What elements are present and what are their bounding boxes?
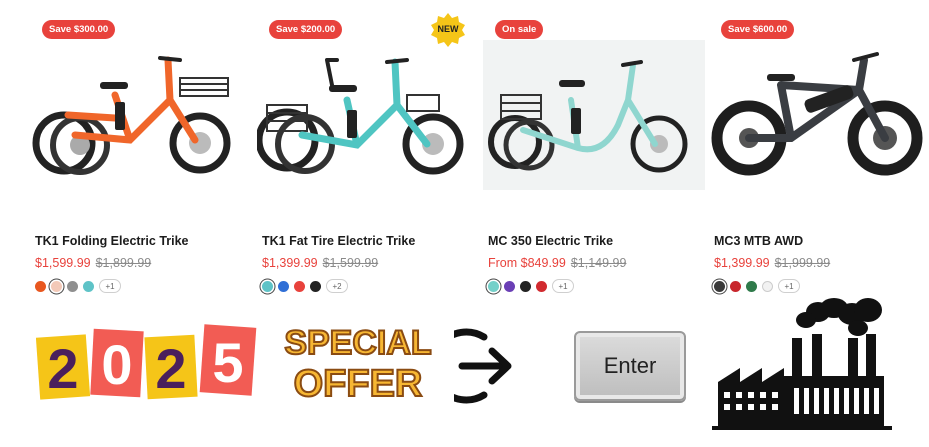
color-swatch[interactable]: [262, 280, 273, 292]
price-line: $1,599.99 $1,899.99: [35, 256, 151, 270]
color-swatch[interactable]: [714, 280, 725, 292]
color-swatch[interactable]: [536, 280, 547, 292]
compare-price: $1,999.99: [774, 256, 831, 270]
enter-arrow-icon[interactable]: [454, 325, 536, 407]
price-line: From $849.99 $1,149.99: [488, 256, 626, 270]
compare-price: $1,149.99: [570, 256, 627, 270]
color-swatch[interactable]: [504, 280, 515, 292]
color-swatch[interactable]: [51, 280, 62, 292]
product-grid: Save $300.00 TK1 Folding Electric Trike …: [0, 0, 929, 300]
price-line: $1,399.99 $1,999.99: [714, 256, 830, 270]
more-colors-button[interactable]: +2: [326, 279, 348, 293]
more-colors-button[interactable]: +1: [778, 279, 800, 293]
year-tile: 5: [199, 324, 257, 396]
compare-price: $1,899.99: [95, 256, 152, 270]
factory-icon: [712, 298, 892, 430]
compare-price: $1,599.99: [322, 256, 379, 270]
color-swatches: +2: [262, 279, 348, 293]
sale-badge: On sale: [495, 20, 544, 39]
year-2025-graphic: 2 0 2 5: [36, 324, 257, 400]
sale-price: From $849.99: [488, 256, 566, 270]
color-swatch[interactable]: [83, 280, 94, 292]
product-title[interactable]: MC 350 Electric Trike: [488, 234, 613, 248]
special-offer-graphic: SPECIAL OFFER: [283, 323, 432, 406]
color-swatch[interactable]: [35, 280, 46, 292]
product-title[interactable]: TK1 Fat Tire Electric Trike: [262, 234, 415, 248]
svg-text:2: 2: [47, 337, 78, 400]
year-tile: 0: [90, 328, 144, 398]
color-swatches: +1: [488, 279, 574, 293]
product-image-trike[interactable]: [257, 40, 479, 190]
price-line: $1,399.99 $1,599.99: [262, 256, 378, 270]
new-label: NEW: [437, 24, 459, 34]
color-swatch[interactable]: [520, 280, 531, 292]
product-card[interactable]: Save $300.00 TK1 Folding Electric Trike …: [30, 0, 252, 300]
product-title[interactable]: MC3 MTB AWD: [714, 234, 803, 248]
product-image-trike[interactable]: [483, 40, 705, 190]
product-title[interactable]: TK1 Folding Electric Trike: [35, 234, 189, 248]
color-swatch[interactable]: [746, 280, 757, 292]
offer-line2: OFFER: [294, 363, 423, 405]
color-swatches: +1: [35, 279, 121, 293]
trike-drawing: [32, 56, 231, 175]
enter-key-icon[interactable]: Enter: [574, 331, 686, 401]
color-swatch[interactable]: [730, 280, 741, 292]
offer-line1: SPECIAL: [284, 324, 431, 362]
product-image-bike[interactable]: [709, 40, 929, 190]
product-image-trike[interactable]: [30, 40, 252, 190]
sale-badge: Save $600.00: [721, 20, 795, 39]
color-swatch[interactable]: [294, 280, 305, 292]
color-swatches: +1: [714, 279, 800, 293]
color-swatch[interactable]: [310, 280, 321, 292]
color-swatch[interactable]: [762, 280, 773, 292]
sale-price: $1,399.99: [714, 256, 770, 270]
product-card[interactable]: Save $200.00 NEW TK1 Fat Tire Electric T…: [257, 0, 479, 300]
color-swatch[interactable]: [67, 280, 78, 292]
year-tile: 2: [36, 334, 91, 400]
svg-text:0: 0: [101, 333, 132, 396]
more-colors-button[interactable]: +1: [99, 279, 121, 293]
sale-price: $1,399.99: [262, 256, 318, 270]
svg-text:2: 2: [155, 337, 186, 400]
sale-badge: Save $300.00: [42, 20, 116, 39]
sale-badge: Save $200.00: [269, 20, 343, 39]
product-card[interactable]: Save $600.00 MC3 MTB AWD $1,399.99 $1,999…: [709, 0, 929, 300]
year-tile: 2: [144, 334, 198, 400]
more-colors-button[interactable]: +1: [552, 279, 574, 293]
color-swatch[interactable]: [278, 280, 289, 292]
enter-key-label: Enter: [603, 353, 657, 378]
color-swatch[interactable]: [488, 280, 499, 292]
product-card[interactable]: On sale MC 350 Electric Trike From $849.…: [483, 0, 705, 300]
sale-price: $1,599.99: [35, 256, 91, 270]
svg-text:5: 5: [212, 331, 243, 394]
